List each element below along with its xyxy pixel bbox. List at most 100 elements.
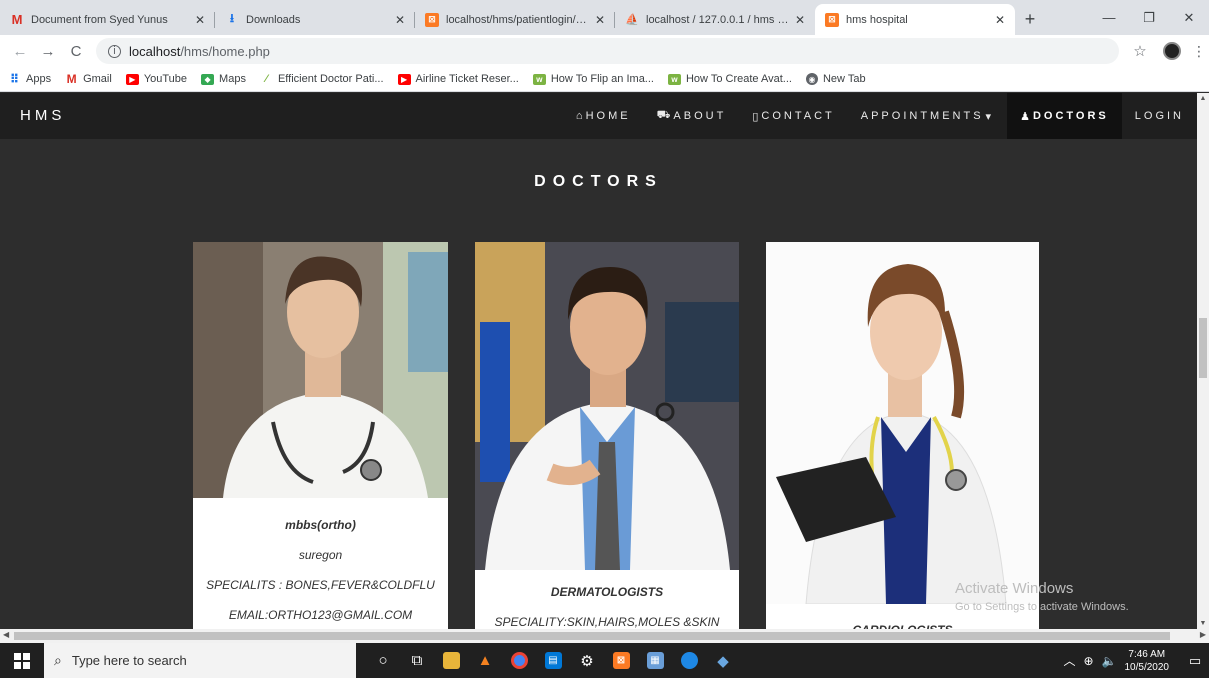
bookmark-efficient-doctor[interactable]: ⁄ Efficient Doctor Pati... [260, 73, 384, 85]
new-tab-button[interactable]: + [1015, 4, 1045, 35]
file-explorer-icon[interactable] [434, 643, 468, 678]
site-brand[interactable]: HMS [20, 107, 65, 124]
close-icon[interactable]: ✕ [195, 13, 205, 27]
home-icon: ⌂ [575, 110, 583, 122]
info-icon[interactable]: i [108, 44, 121, 58]
xampp-icon[interactable]: ⊠ [604, 643, 638, 678]
doctor-info: CARDIOLOGISTS [766, 615, 1039, 629]
bookmark-new-tab[interactable]: ◉ New Tab [805, 73, 866, 85]
nav-login[interactable]: LOGIN [1122, 93, 1197, 139]
taskbar-search-input[interactable]: ⌕ Type here to search [44, 643, 356, 678]
nav-contact[interactable]: ▯ CONTACT [739, 93, 847, 139]
notepad-icon[interactable]: ▦ [638, 643, 672, 678]
gmail-icon: M [11, 12, 23, 27]
tab-phpmyadmin[interactable]: ⛵ localhost / 127.0.0.1 / hms / ne ✕ [615, 4, 815, 35]
scroll-thumb[interactable] [14, 632, 1170, 640]
activate-windows-title: Activate Windows [955, 580, 1074, 597]
taskbar-apps: ○ ⧉ ▲ ▤ ⚙ ⊠ ▦ ◆ [366, 643, 740, 678]
scroll-up-icon[interactable]: ▲ [1197, 95, 1209, 102]
windows-logo-icon [14, 652, 30, 669]
notifications-icon[interactable]: ▭ [1181, 653, 1209, 669]
cart-icon: ⛟ [656, 109, 671, 121]
browser-toolbar: ← → C i localhost/hms/home.php ☆ ⋮ [0, 35, 1209, 67]
doctor-card: mbbs(ortho) suregon SPECIALITS : BONES,F… [193, 242, 448, 629]
activate-windows-subtitle: Go to Settings to activate Windows. [955, 601, 1129, 613]
scroll-right-icon[interactable]: ▶ [1200, 630, 1206, 639]
back-icon[interactable]: ← [6, 43, 34, 60]
tab-gmail-document[interactable]: M Document from Syed Yunus ✕ [0, 4, 215, 35]
doctor-info: mbbs(ortho) suregon SPECIALITS : BONES,F… [206, 518, 435, 622]
scroll-thumb[interactable] [1199, 318, 1207, 378]
window-controls: — ❐ ✕ [1089, 0, 1209, 35]
xampp-icon: ⊠ [825, 12, 839, 27]
start-button[interactable] [0, 643, 44, 678]
reload-icon[interactable]: C [62, 43, 90, 60]
nav-home[interactable]: ⌂ HOME [563, 93, 644, 139]
doctor-photo [475, 242, 739, 570]
phpmyadmin-icon: ⛵ [625, 14, 639, 26]
cortana-icon[interactable]: ○ [366, 643, 400, 678]
xampp-icon: ⊠ [425, 12, 439, 27]
settings-icon[interactable]: ⚙ [570, 643, 604, 678]
close-icon[interactable]: ✕ [995, 13, 1005, 27]
bookmark-flip-image[interactable]: w How To Flip an Ima... [532, 73, 654, 85]
site-icon: w [532, 73, 546, 85]
virtualbox-icon[interactable]: ◆ [706, 643, 740, 678]
bookmark-create-avatar[interactable]: w How To Create Avat... [667, 73, 792, 85]
doctor-info: DERMATOLOGISTS SPECIALITY:SKIN,HAIRS,MOL… [494, 585, 720, 629]
network-icon[interactable]: ⊕ [1083, 654, 1093, 668]
leaf-icon: ⁄ [265, 73, 268, 85]
bookmark-maps[interactable]: ◆ Maps [201, 73, 246, 85]
phone-icon: ▯ [752, 110, 759, 123]
bookmark-gmail[interactable]: M Gmail [65, 72, 112, 86]
store-icon[interactable]: ▤ [536, 643, 570, 678]
bookmark-apps[interactable]: ⠿ Apps [8, 72, 51, 86]
doctor-photo [766, 242, 1039, 604]
apps-grid-icon: ⠿ [9, 72, 20, 86]
browser-icon[interactable] [672, 643, 706, 678]
close-window-icon[interactable]: ✕ [1169, 0, 1209, 35]
close-icon[interactable]: ✕ [595, 13, 605, 27]
vlc-icon[interactable]: ▲ [468, 643, 502, 678]
chevron-up-icon[interactable]: ︿ [1063, 652, 1075, 669]
close-icon[interactable]: ✕ [795, 13, 805, 27]
tab-hms-hospital[interactable]: ⊠ hms hospital ✕ [815, 4, 1015, 35]
scroll-left-icon[interactable]: ◀ [3, 630, 9, 639]
maps-icon: ◆ [201, 73, 215, 85]
user-icon: ♟ [1020, 110, 1030, 123]
nav-doctors[interactable]: ♟ DOCTORS [1007, 93, 1122, 139]
volume-icon[interactable]: 🔈 [1102, 654, 1117, 668]
browser-tab-strip: M Document from Syed Yunus ✕ ⭳ Downloads… [0, 0, 1209, 35]
site-navbar: HMS ⌂ HOME ⛟ ABOUT ▯ CONTACT APPOINTMENTS ▾ … [0, 93, 1197, 139]
bookmark-star-icon[interactable]: ☆ [1125, 42, 1155, 60]
menu-icon[interactable]: ⋮ [1189, 43, 1209, 60]
scroll-down-icon[interactable]: ▼ [1197, 620, 1209, 627]
horizontal-scrollbar[interactable]: ◀ ▶ [0, 629, 1209, 643]
clock[interactable]: 7:46 AM 10/5/2020 [1125, 648, 1170, 674]
tab-downloads[interactable]: ⭳ Downloads ✕ [215, 4, 415, 35]
doctor-card: CARDIOLOGISTS [766, 242, 1039, 629]
search-icon: ⌕ [54, 652, 62, 668]
doctor-card: DERMATOLOGISTS SPECIALITY:SKIN,HAIRS,MOL… [475, 242, 739, 629]
restore-icon[interactable]: ❐ [1129, 0, 1169, 35]
caret-down-icon: ▾ [985, 110, 992, 123]
site-icon: w [667, 73, 681, 85]
nav-appointments[interactable]: APPOINTMENTS ▾ [848, 93, 1007, 139]
minimize-icon[interactable]: — [1089, 0, 1129, 35]
youtube-icon: ▶ [397, 73, 411, 85]
close-icon[interactable]: ✕ [395, 13, 405, 27]
doctor-photo [193, 242, 448, 498]
nav-about[interactable]: ⛟ ABOUT [644, 93, 740, 139]
forward-icon[interactable]: → [34, 43, 62, 60]
tab-patient-login[interactable]: ⊠ localhost/hms/patientlogin/my ✕ [415, 4, 615, 35]
bookmark-airline[interactable]: ▶ Airline Ticket Reser... [397, 73, 519, 85]
chrome-icon[interactable] [502, 643, 536, 678]
download-icon: ⭳ [229, 11, 235, 25]
bookmark-youtube[interactable]: ▶ YouTube [125, 73, 187, 85]
address-bar[interactable]: i localhost/hms/home.php [96, 38, 1119, 64]
gmail-icon: M [66, 72, 77, 86]
profile-avatar[interactable] [1163, 42, 1181, 60]
windows-taskbar: ⌕ Type here to search ○ ⧉ ▲ ▤ ⚙ ⊠ ▦ ◆ [0, 643, 1209, 678]
vertical-scrollbar[interactable]: ▲ ▼ [1197, 93, 1209, 629]
task-view-icon[interactable]: ⧉ [400, 643, 434, 678]
